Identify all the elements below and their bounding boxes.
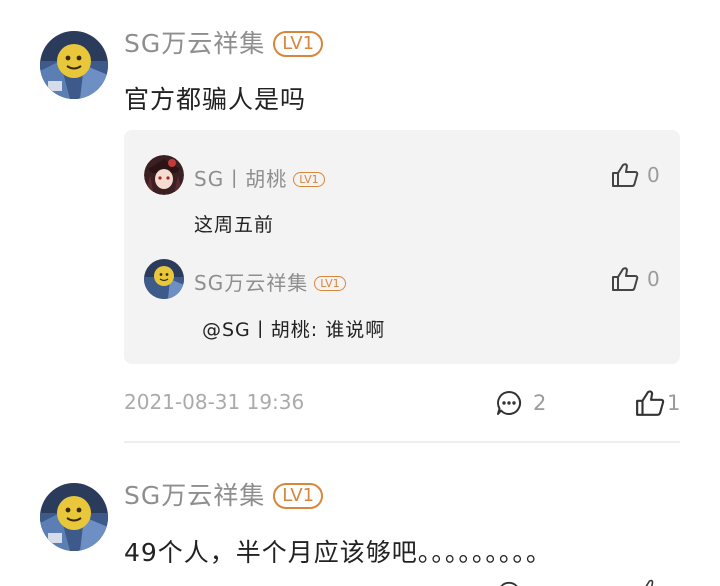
comment-divider — [124, 441, 680, 443]
thumbs-up-icon — [612, 163, 639, 187]
reply-count: 2 — [533, 391, 547, 415]
comment-text: 49个人，半个月应该够吧。。。。。。。。。 — [124, 538, 552, 567]
reply-avatar[interactable] — [144, 155, 184, 195]
user-avatar[interactable] — [40, 31, 108, 99]
comment-username[interactable]: SG万云祥集 LV1 — [124, 24, 324, 60]
avatar-image — [40, 31, 108, 99]
like-count: 1 — [667, 391, 681, 415]
username-text[interactable]: SG万云祥集 — [194, 271, 308, 295]
like-count: 0 — [647, 163, 660, 187]
like-count: 0 — [647, 267, 660, 291]
avatar-image — [40, 483, 108, 551]
comment-username[interactable]: SG万云祥集 LV1 — [124, 476, 324, 512]
avatar-image — [144, 259, 184, 299]
thumbs-up-icon — [636, 390, 665, 416]
reply-button[interactable]: 2 — [495, 389, 546, 417]
like-button[interactable]: 1 — [635, 389, 680, 417]
reply-username[interactable]: SG万云祥集 LV1 — [194, 267, 346, 296]
reply-thread: SG丨胡桃 LV1 0 这周五前 SG万云祥集 LV1 0 @SG丨胡桃: 谁说啊 — [124, 130, 680, 364]
level-badge: LV1 — [273, 31, 324, 57]
comment-timestamp: 2021-08-31 19:36 — [124, 390, 305, 414]
reply-text: 这周五前 — [194, 214, 275, 236]
comment-bubble-icon — [497, 390, 522, 415]
reply-like-button[interactable]: 0 — [611, 162, 660, 188]
username-text[interactable]: SG丨胡桃 — [194, 167, 287, 191]
thumbs-up-icon[interactable] — [640, 578, 662, 586]
level-badge: LV1 — [273, 483, 324, 509]
comment-bubble-icon-shape — [500, 581, 518, 586]
thumbs-up-icon — [612, 267, 639, 291]
username-text[interactable]: SG万云祥集 — [124, 481, 265, 510]
reply-like-button[interactable]: 0 — [611, 266, 660, 292]
avatar-image — [144, 155, 184, 195]
reply-avatar[interactable] — [144, 259, 184, 299]
level-badge: LV1 — [293, 172, 325, 187]
level-badge: LV1 — [314, 276, 346, 291]
comment-bubble-icon[interactable] — [496, 580, 522, 586]
reply-text: @SG丨胡桃: 谁说啊 — [202, 319, 386, 341]
username-text[interactable]: SG万云祥集 — [124, 29, 265, 58]
comment-text: 官方都骗人是吗 — [124, 85, 307, 114]
user-avatar[interactable] — [40, 483, 108, 551]
thumbs-up-icon-shape — [645, 579, 654, 586]
reply-username[interactable]: SG丨胡桃 LV1 — [194, 163, 325, 192]
